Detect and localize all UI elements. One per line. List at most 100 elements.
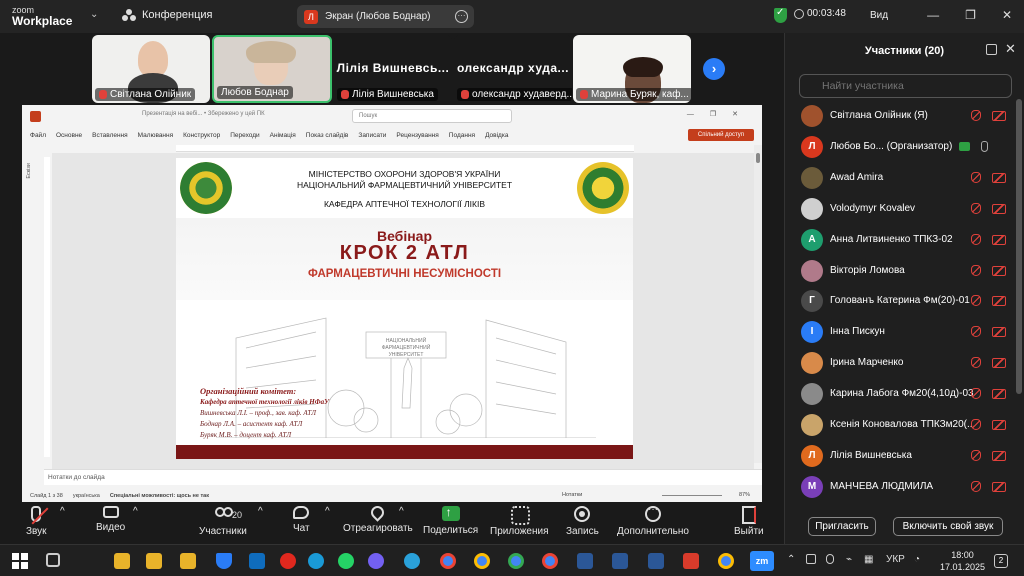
slide-notes[interactable]: Нотатки до слайда	[44, 469, 762, 485]
security-shield-icon[interactable]	[774, 7, 787, 23]
video-tile-active[interactable]: Любов Боднар	[212, 35, 332, 103]
system-clock[interactable]: 18:00 17.01.2025	[940, 549, 985, 573]
leave-button[interactable]: Выйти	[734, 506, 764, 537]
chrome-icon[interactable]	[542, 553, 558, 569]
menu-file[interactable]: Файл	[30, 132, 46, 139]
windows-start-icon[interactable]	[12, 553, 28, 569]
menu-insert[interactable]: Вставлення	[92, 132, 128, 139]
participant-row[interactable]: Volodymyr Kovalev	[785, 194, 1015, 224]
share-button[interactable]: Поделиться	[423, 505, 478, 536]
menu-transitions[interactable]: Переходи	[230, 132, 259, 139]
tray-chevron-icon[interactable]: ⌃	[787, 554, 795, 565]
participant-row[interactable]: І Інна Пискун	[785, 317, 1015, 347]
video-tile[interactable]: Лілія Вишневсь... Лілія Вишневська	[334, 35, 452, 103]
slide-scrollbar[interactable]	[754, 145, 762, 463]
minimize-icon[interactable]: —	[927, 8, 939, 22]
video-options-chevron[interactable]: ^	[133, 506, 138, 517]
video-tile[interactable]: олександр худа... олександр худаверд...	[454, 35, 572, 103]
tray-network-icon[interactable]: ▦	[864, 554, 873, 565]
powerpoint-search[interactable]: Пошук	[352, 109, 512, 123]
tray-mic-icon[interactable]	[826, 554, 834, 564]
task-view-icon[interactable]	[46, 553, 60, 567]
word-icon[interactable]	[648, 553, 664, 569]
more-button[interactable]: Дополнительно	[617, 504, 689, 537]
pdf-icon[interactable]	[683, 553, 699, 569]
notifications-badge[interactable]: 2	[994, 554, 1008, 568]
maximize-icon[interactable]: ❐	[965, 8, 976, 22]
participant-row[interactable]: Л Лілія Вишневська	[785, 441, 1015, 471]
thumbnails-pane[interactable]: Ескізи	[22, 145, 42, 465]
video-tile[interactable]: Світлана Олійник	[92, 35, 210, 103]
participant-row[interactable]: Вікторія Ломова	[785, 256, 1015, 286]
audio-button[interactable]: Звук	[26, 506, 47, 537]
menu-help[interactable]: Довідка	[485, 132, 508, 139]
menu-home[interactable]: Основне	[56, 132, 82, 139]
chrome-icon[interactable]	[718, 553, 734, 569]
word-icon[interactable]	[577, 553, 593, 569]
tray-wifi-icon[interactable]: ◔	[914, 554, 920, 565]
status-notes-button[interactable]: Нотатки	[562, 492, 582, 498]
telegram-icon[interactable]	[404, 553, 420, 569]
menu-animations[interactable]: Анімація	[270, 132, 296, 139]
participant-row[interactable]: Ксенія Коновалова ТПКЗм20(...	[785, 410, 1015, 440]
edge-icon[interactable]	[308, 553, 324, 569]
tray-keyboard-language[interactable]: УКР	[886, 554, 905, 565]
more-options-icon[interactable]: ···	[455, 10, 468, 23]
unmute-self-button[interactable]: Включить свой звук	[893, 517, 1003, 536]
record-button[interactable]: Запись	[566, 506, 599, 537]
participant-row[interactable]: А Анна Литвиненко ТПКЗ-02	[785, 225, 1015, 255]
meeting-info-button[interactable]: Конференция	[122, 9, 212, 21]
participant-row[interactable]: Л Любов Бо... (Организатор)	[785, 132, 1015, 162]
video-tile[interactable]: Марина Буряк, каф...	[573, 35, 691, 103]
chevron-down-icon[interactable]: ⌄	[90, 9, 98, 20]
opera-icon[interactable]	[280, 553, 296, 569]
tray-app-icon[interactable]	[806, 554, 816, 564]
participant-row[interactable]: Світлана Олійник (Я)	[785, 101, 1015, 131]
next-page-button[interactable]: ›	[703, 58, 725, 80]
popout-icon[interactable]	[986, 44, 997, 55]
scroll-thumb[interactable]	[756, 153, 760, 163]
viber-icon[interactable]	[368, 553, 384, 569]
menu-draw[interactable]: Малювання	[138, 132, 173, 139]
screen-share-indicator[interactable]: Л Экран (Любов Боднар) ···	[297, 5, 474, 28]
menu-review[interactable]: Рецензування	[396, 132, 438, 139]
close-icon[interactable]: ✕	[1002, 8, 1012, 22]
participant-row[interactable]: Г Голованъ Катерина Фм(20)-01	[785, 286, 1015, 316]
close-panel-icon[interactable]: ✕	[1005, 41, 1016, 57]
participant-row[interactable]: М МАНЧЕВА ЛЮДМИЛА	[785, 472, 1015, 502]
zoom-level[interactable]: 87%	[739, 492, 750, 498]
chat-button[interactable]: Чат	[293, 506, 310, 534]
participant-row[interactable]: Ірина Марченко	[785, 348, 1015, 378]
participant-row[interactable]: Карина Лабога Фм20(4,10д)-03	[785, 379, 1015, 409]
status-accessibility[interactable]: Спеціальні можливості: щось не так	[110, 493, 209, 499]
chrome-icon[interactable]	[508, 553, 524, 569]
video-button[interactable]: Видео	[96, 506, 125, 533]
apps-button[interactable]: Приложения	[490, 506, 549, 537]
outlook-icon[interactable]	[249, 553, 265, 569]
zoom-slider[interactable]	[662, 495, 722, 496]
participant-search-input[interactable]	[799, 74, 1012, 98]
chat-options-chevron[interactable]: ^	[325, 506, 330, 517]
invite-button[interactable]: Пригласить	[808, 517, 876, 536]
folder-icon[interactable]	[146, 553, 162, 569]
chrome-icon[interactable]	[474, 553, 490, 569]
powerpoint-share-button[interactable]: Спільний доступ	[688, 129, 754, 141]
participants-options-chevron[interactable]: ^	[258, 506, 263, 517]
status-language[interactable]: українська	[73, 493, 100, 499]
menu-record[interactable]: Записати	[358, 132, 386, 139]
folder-icon[interactable]	[180, 553, 196, 569]
whatsapp-icon[interactable]	[338, 553, 354, 569]
chrome-icon[interactable]	[440, 553, 456, 569]
file-explorer-icon[interactable]	[114, 553, 130, 569]
zoom-app-icon[interactable]: zm	[750, 551, 774, 571]
word-icon[interactable]	[612, 553, 628, 569]
menu-design[interactable]: Конструктор	[183, 132, 220, 139]
downloads-icon[interactable]	[216, 553, 232, 569]
menu-slideshow[interactable]: Показ слайдів	[306, 132, 349, 139]
react-options-chevron[interactable]: ^	[399, 506, 404, 517]
participant-row[interactable]: Awad Amira	[785, 163, 1015, 193]
participant-list-scrollbar[interactable]	[1016, 99, 1022, 394]
menu-view[interactable]: Подання	[449, 132, 475, 139]
tray-usb-icon[interactable]: ⌁	[846, 554, 852, 565]
audio-options-chevron[interactable]: ^	[60, 506, 65, 517]
